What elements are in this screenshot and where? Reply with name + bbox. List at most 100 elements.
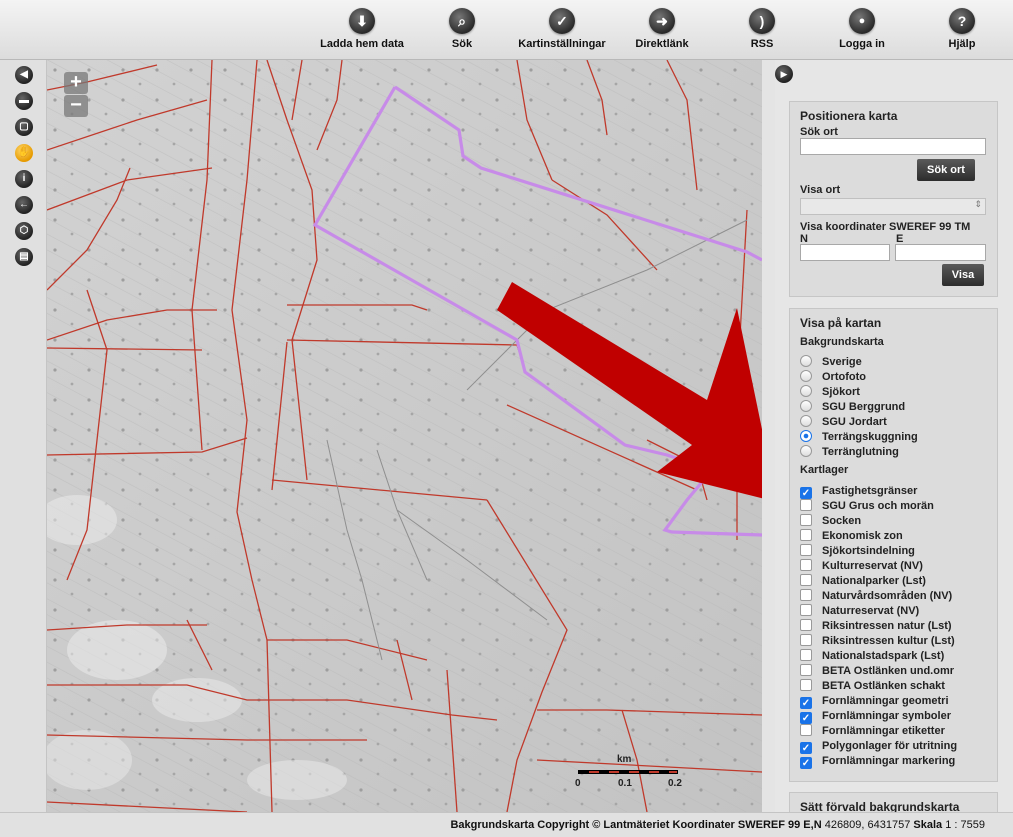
layer-label-fornlamningar-markering: Fornlämningar markering [822, 755, 956, 767]
layer-label-kulturreservat: Kulturreservat (NV) [822, 560, 923, 572]
layer-fornlamningar-symboler[interactable]: ✓ Fornlämningar symboler [800, 709, 951, 724]
bg-label-sgu-berggrund: SGU Berggrund [822, 401, 906, 413]
layer-polygonlager[interactable]: ✓ Polygonlager för utritning [800, 739, 957, 754]
checkbox-fastighetsgranser[interactable]: ✓ [800, 487, 812, 499]
layer-socken[interactable]: Socken [800, 514, 861, 529]
checkbox-nationalstadspark[interactable] [800, 649, 812, 661]
download-data-button[interactable]: ⬇ Ladda hem data [312, 8, 412, 50]
layer-naturreservat[interactable]: Naturreservat (NV) [800, 604, 919, 619]
layer-riksintressen-natur[interactable]: Riksintressen natur (Lst) [800, 619, 952, 634]
checkbox-riksintressen-natur[interactable] [800, 619, 812, 631]
bg-option-terrangskuggning[interactable]: Terrängskuggning [800, 430, 918, 445]
layer-label-naturreservat: Naturreservat (NV) [822, 605, 920, 617]
right-panel: ▶ Positionera karta Sök ort Sök ort Visa… [775, 60, 1013, 812]
layer-ekonomisk-zon[interactable]: Ekonomisk zon [800, 529, 903, 544]
layer-sgu-grus[interactable]: SGU Grus och morän [800, 499, 934, 514]
layer-riksintressen-kultur[interactable]: Riksintressen kultur (Lst) [800, 634, 955, 649]
login-button[interactable]: ● Logga in [812, 8, 912, 50]
layer-fastighetsgranser[interactable]: ✓ Fastighetsgränser [800, 484, 917, 499]
checkbox-kulturreservat[interactable] [800, 559, 812, 571]
scale-tick-1: 0.1 [618, 778, 632, 789]
layer-kulturreservat[interactable]: Kulturreservat (NV) [800, 559, 923, 574]
checkbox-sjokortsindelning[interactable] [800, 544, 812, 556]
layer-naturvardsomraden[interactable]: Naturvårdsområden (NV) [800, 589, 952, 604]
search-place-button[interactable]: Sök ort [917, 159, 975, 181]
bg-label-sverige: Sverige [822, 356, 862, 368]
bg-option-sjokort[interactable]: Sjökort [800, 385, 860, 400]
bg-label-ortofoto: Ortofoto [822, 371, 866, 383]
bg-option-ortofoto[interactable]: Ortofoto [800, 370, 866, 385]
bg-option-sgu-berggrund[interactable]: SGU Berggrund [800, 400, 905, 415]
layer-beta-ostlanken-und[interactable]: BETA Ostlänken und.omr [800, 664, 954, 679]
direct-link-button[interactable]: ➜ Direktlänk [612, 8, 712, 50]
rss-label: RSS [750, 38, 774, 50]
checkbox-fornlamningar-symboler[interactable]: ✓ [800, 712, 812, 724]
bg-option-sgu-jordart[interactable]: SGU Jordart [800, 415, 887, 430]
map-settings-button[interactable]: ✓ Kartinställningar [512, 8, 612, 50]
zoom-box-icon[interactable]: ▢ [15, 118, 33, 136]
collapse-left-icon[interactable]: ◀ [15, 66, 33, 84]
search-button[interactable]: ⌕ Sök [412, 8, 512, 50]
radio-sgu-jordart[interactable] [800, 415, 812, 427]
layer-beta-ostlanken-schakt[interactable]: BETA Ostlänken schakt [800, 679, 945, 694]
checkbox-naturvardsomraden[interactable] [800, 589, 812, 601]
layer-nationalstadspark[interactable]: Nationalstadspark (Lst) [800, 649, 944, 664]
ruler-icon[interactable]: ▬ [15, 92, 33, 110]
layer-label-nationalstadspark: Nationalstadspark (Lst) [822, 650, 945, 662]
show-coords-button[interactable]: Visa [942, 264, 984, 286]
search-place-input[interactable] [800, 138, 986, 155]
layer-fornlamningar-geometri[interactable]: ✓ Fornlämningar geometri [800, 694, 949, 709]
e-coord-input[interactable] [895, 244, 986, 261]
back-arrow-icon[interactable]: ← [15, 196, 33, 214]
copyright-text: Bakgrundskarta Copyright © Lantmäteriet [450, 819, 670, 831]
position-map-title: Positionera karta [800, 109, 898, 123]
radio-sgu-berggrund[interactable] [800, 400, 812, 412]
radio-ortofoto[interactable] [800, 370, 812, 382]
status-bar: Bakgrundskarta Copyright © Lantmäteriet … [0, 812, 1013, 837]
bg-option-sverige[interactable]: Sverige [800, 355, 862, 370]
n-coord-input[interactable] [800, 244, 890, 261]
layer-fornlamningar-markering[interactable]: ✓ Fornlämningar markering [800, 754, 955, 769]
map-layers [47, 60, 762, 812]
map-settings-label: Kartinställningar [518, 38, 606, 50]
download-data-label: Ladda hem data [320, 38, 404, 50]
checkbox-riksintressen-kultur[interactable] [800, 634, 812, 646]
checkbox-beta-ostlanken-schakt[interactable] [800, 679, 812, 691]
info-icon[interactable]: i [15, 170, 33, 188]
help-icon: ? [949, 8, 975, 34]
layer-nationalparker[interactable]: Nationalparker (Lst) [800, 574, 926, 589]
collapse-right-icon[interactable]: ▶ [775, 65, 793, 83]
layer-label-sjokortsindelning: Sjökortsindelning [822, 545, 915, 557]
layer-fornlamningar-etiketter[interactable]: Fornlämningar etiketter [800, 724, 945, 739]
checkbox-sgu-grus[interactable] [800, 499, 812, 511]
radio-terrangskuggning[interactable] [800, 430, 812, 442]
checkbox-beta-ostlanken-und[interactable] [800, 664, 812, 676]
checkbox-socken[interactable] [800, 514, 812, 526]
zoom-out-button[interactable]: − [64, 95, 88, 117]
checkbox-nationalparker[interactable] [800, 574, 812, 586]
radio-terranglutning[interactable] [800, 445, 812, 457]
checkbox-fornlamningar-etiketter[interactable] [800, 724, 812, 736]
bg-option-terranglutning[interactable]: Terränglutning [800, 445, 899, 460]
bg-label-sgu-jordart: SGU Jordart [822, 416, 887, 428]
radio-sverige[interactable] [800, 355, 812, 367]
search-place-label: Sök ort [800, 126, 838, 138]
show-place-select[interactable]: ⇕ [800, 198, 986, 215]
layer-label-riksintressen-natur: Riksintressen natur (Lst) [822, 620, 952, 632]
zoom-in-button[interactable]: + [64, 72, 88, 94]
layer-sjokortsindelning[interactable]: Sjökortsindelning [800, 544, 915, 559]
map-canvas[interactable]: + − km 0 0.1 0.2 [47, 60, 762, 812]
checkbox-naturreservat[interactable] [800, 604, 812, 616]
bg-label-terranglutning: Terränglutning [822, 446, 899, 458]
rss-button[interactable]: ) RSS [712, 8, 812, 50]
print-icon[interactable]: ▤ [15, 248, 33, 266]
pan-hand-icon[interactable]: ✋ [15, 144, 33, 162]
polygon-icon[interactable]: ⬡ [15, 222, 33, 240]
download-icon: ⬇ [349, 8, 375, 34]
checkbox-ekonomisk-zon[interactable] [800, 529, 812, 541]
radio-sjokort[interactable] [800, 385, 812, 397]
checkbox-fornlamningar-geometri[interactable]: ✓ [800, 697, 812, 709]
checkbox-polygonlager[interactable]: ✓ [800, 742, 812, 754]
checkbox-fornlamningar-markering[interactable]: ✓ [800, 757, 812, 769]
help-button[interactable]: ? Hjälp [912, 8, 1012, 50]
